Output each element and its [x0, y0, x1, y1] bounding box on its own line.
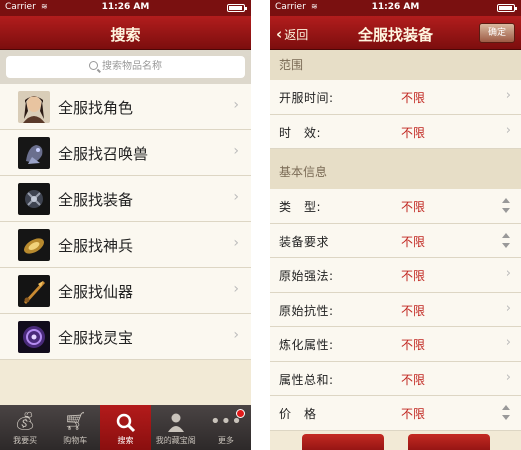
list-item-summon[interactable]: 全服找召唤兽 ›	[0, 130, 251, 176]
tab-label: 我的藏宝阁	[155, 436, 196, 445]
summon-beast-icon	[18, 137, 50, 169]
notification-badge	[236, 409, 246, 418]
filter-row-original-magic[interactable]: 原始强法: 不限 ›	[270, 258, 521, 293]
section-header-scope: 范围	[270, 50, 521, 80]
filter-label: 属性总和:	[279, 372, 334, 387]
category-list: 全服找角色 › 全服找召唤兽 › 全服找装备 › 全服找神兵 › 全服找仙器 ›…	[0, 84, 251, 360]
search-bar: 搜索物品名称	[0, 50, 251, 84]
spirit-treasure-icon	[18, 321, 50, 353]
chevron-right-icon: ›	[233, 327, 239, 343]
filter-row-type[interactable]: 类 型: 不限	[270, 189, 521, 224]
equipment-search-screen: Carrier ≋ 11:26 AM ‹ 返回 全服找装备 确定 范围 开服时间:…	[270, 0, 521, 450]
chevron-right-icon: ›	[505, 300, 511, 316]
search-placeholder: 搜索物品名称	[102, 61, 162, 72]
filter-label: 时 效:	[279, 125, 322, 140]
filter-row-server-open-time[interactable]: 开服时间: 不限 ›	[270, 80, 521, 115]
tab-more[interactable]: ••• 更多	[201, 405, 251, 450]
filter-value: 不限	[401, 234, 426, 249]
equipment-icon	[18, 183, 50, 215]
chevron-right-icon: ›	[233, 235, 239, 251]
tab-buy[interactable]: 💰︎ 我要买	[0, 405, 50, 450]
list-item-equipment[interactable]: 全服找装备 ›	[0, 176, 251, 222]
search-icon	[100, 409, 150, 435]
chevron-right-icon: ›	[233, 281, 239, 297]
nav-bar: 搜索	[0, 16, 251, 50]
tab-my-treasure[interactable]: 我的藏宝阁	[151, 405, 201, 450]
tab-cart[interactable]: 🛒︎ 购物车	[50, 405, 100, 450]
filter-row-price[interactable]: 价 格 不限	[270, 396, 521, 431]
tab-search[interactable]: 搜索	[100, 405, 151, 450]
search-screen: Carrier ≋ 11:26 AM 搜索 搜索物品名称 全服找角色 › 全服找…	[0, 0, 251, 450]
tab-label: 更多	[217, 436, 234, 445]
chevron-right-icon: ›	[505, 122, 511, 138]
tab-bar: 💰︎ 我要买 🛒︎ 购物车 搜索 我的藏宝阁 ••• 更多	[0, 405, 251, 450]
filter-value: 不限	[401, 91, 426, 105]
filter-value: 不限	[401, 407, 426, 421]
status-bar: Carrier ≋ 11:26 AM	[0, 0, 251, 16]
status-time: 11:26 AM	[371, 2, 420, 12]
filter-value: 不限	[401, 372, 426, 387]
money-bag-icon: 💰︎	[13, 411, 37, 432]
filter-value: 不限	[401, 125, 426, 140]
tab-label: 购物车	[63, 436, 88, 445]
status-bar: Carrier ≋ 11:26 AM	[270, 0, 521, 16]
divine-weapon-icon	[18, 229, 50, 261]
search-input[interactable]: 搜索物品名称	[6, 56, 245, 78]
filter-value: 不限	[401, 200, 426, 214]
battery-icon	[227, 4, 247, 12]
sort-stepper-icon	[502, 232, 511, 248]
filter-label: 原始抗性:	[279, 303, 334, 318]
character-avatar-icon	[18, 91, 50, 123]
battery-icon	[497, 4, 517, 12]
list-item-label: 全服找神兵	[58, 237, 134, 255]
cart-icon: 🛒︎	[63, 411, 87, 432]
sort-stepper-icon	[502, 198, 511, 213]
tab-label: 搜索	[117, 436, 134, 445]
confirm-button[interactable]: 确定	[479, 23, 515, 43]
nav-bar: ‹ 返回 全服找装备 确定	[270, 16, 521, 50]
chevron-right-icon: ›	[233, 189, 239, 205]
filter-value: 不限	[401, 269, 426, 283]
filter-value: 不限	[401, 338, 426, 352]
action-button-left[interactable]	[302, 434, 384, 450]
filter-label: 开服时间:	[279, 91, 334, 105]
list-item-label: 全服找角色	[58, 99, 134, 117]
list-item-character[interactable]: 全服找角色 ›	[0, 84, 251, 130]
user-icon	[151, 409, 201, 435]
filter-row-equip-requirement[interactable]: 装备要求 不限	[270, 223, 521, 258]
status-time: 11:26 AM	[101, 2, 150, 12]
tab-label: 我要买	[13, 436, 38, 445]
chevron-right-icon: ›	[233, 143, 239, 159]
filter-row-validity[interactable]: 时 效: 不限 ›	[270, 114, 521, 149]
immortal-artifact-icon	[18, 275, 50, 307]
list-item-label: 全服找灵宝	[58, 329, 134, 347]
filter-label: 价 格	[279, 407, 317, 421]
list-item-spirit-treasure[interactable]: 全服找灵宝 ›	[0, 314, 251, 360]
chevron-right-icon: ›	[505, 335, 511, 350]
search-icon	[89, 61, 98, 70]
filter-label: 原始强法:	[279, 269, 334, 283]
list-item-label: 全服找装备	[58, 191, 134, 209]
list-item-divine-weapon[interactable]: 全服找神兵 ›	[0, 222, 251, 268]
filter-row-original-resistance[interactable]: 原始抗性: 不限 ›	[270, 292, 521, 327]
chevron-right-icon: ›	[505, 369, 511, 385]
chevron-right-icon: ›	[505, 88, 511, 103]
list-item-immortal-artifact[interactable]: 全服找仙器 ›	[0, 268, 251, 314]
filter-label: 类 型:	[279, 200, 322, 214]
list-item-label: 全服找召唤兽	[58, 145, 149, 163]
bottom-action-bar	[270, 430, 521, 450]
filter-label: 炼化属性:	[279, 338, 334, 352]
action-button-right[interactable]	[408, 434, 490, 450]
filter-row-refine-attribute[interactable]: 炼化属性: 不限 ›	[270, 327, 521, 362]
filter-row-attribute-total[interactable]: 属性总和: 不限 ›	[270, 361, 521, 396]
section-header-basic-info: 基本信息	[270, 149, 521, 189]
filter-value: 不限	[401, 303, 426, 318]
filter-label: 装备要求	[279, 234, 330, 249]
chevron-right-icon: ›	[505, 266, 511, 281]
list-item-label: 全服找仙器	[58, 283, 134, 301]
chevron-right-icon: ›	[233, 97, 239, 113]
page-title: 搜索	[110, 26, 141, 44]
sort-stepper-icon	[502, 405, 511, 420]
